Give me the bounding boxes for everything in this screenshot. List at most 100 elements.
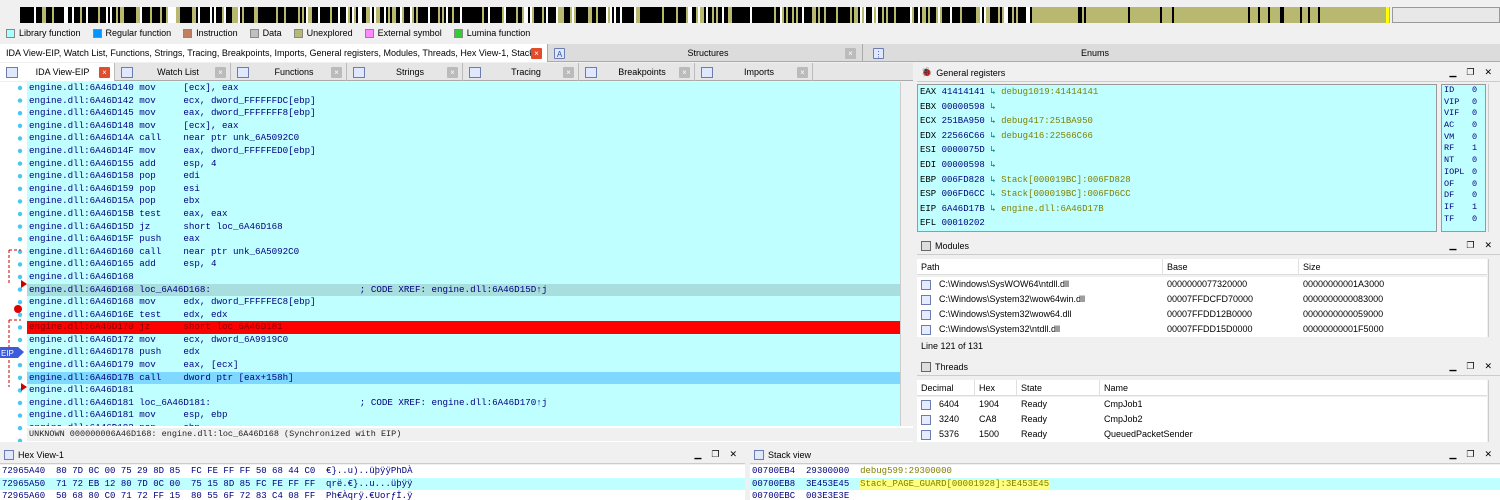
navigation-segment[interactable] <box>524 7 526 23</box>
navigation-segment[interactable] <box>912 7 914 23</box>
navigation-segment[interactable] <box>140 7 142 23</box>
navigation-segment[interactable] <box>1240 7 1242 23</box>
navigation-segment[interactable] <box>604 7 606 23</box>
navigation-segment[interactable] <box>446 7 448 23</box>
navigation-segment[interactable] <box>24 7 26 23</box>
disassembly-line[interactable]: engine.dll:6A46D15A pop ebx <box>27 195 900 208</box>
minimize-icon[interactable]: ▁ <box>1449 240 1456 251</box>
navigation-segment[interactable] <box>30 7 32 23</box>
navigation-segment[interactable] <box>1160 7 1162 23</box>
navigation-segment[interactable] <box>256 7 258 23</box>
navigation-segment[interactable] <box>126 7 128 23</box>
navigation-segment[interactable] <box>496 7 498 23</box>
flag-value[interactable]: 0 <box>1472 179 1477 191</box>
navigation-segment[interactable] <box>1018 7 1020 23</box>
navigation-segment[interactable] <box>222 7 224 23</box>
restore-icon[interactable]: ❐ <box>711 449 719 460</box>
navigation-segment[interactable] <box>130 7 132 23</box>
navigation-segment[interactable] <box>1022 7 1024 23</box>
navigation-segment[interactable] <box>744 7 746 23</box>
navigation-segment[interactable] <box>802 7 804 23</box>
register-row[interactable]: EBX 00000598 ↳ <box>918 100 1436 115</box>
disassembly-line[interactable]: engine.dll:6A46D15F push eax <box>27 233 900 246</box>
navigation-segment[interactable] <box>194 7 196 23</box>
navigation-segment[interactable] <box>1048 7 1050 23</box>
navigation-segment[interactable] <box>698 7 700 23</box>
jump-arrow-icon[interactable]: ↳ <box>990 189 995 199</box>
navigation-segment[interactable] <box>1070 7 1072 23</box>
navigation-segment[interactable] <box>250 7 252 23</box>
navigation-segment[interactable] <box>20 7 22 23</box>
flag-row[interactable]: NT 0 <box>1442 155 1485 167</box>
navigation-segment[interactable] <box>546 7 548 23</box>
navigation-segment[interactable] <box>732 7 734 23</box>
navigation-segment[interactable] <box>1016 7 1018 23</box>
navigation-segment[interactable] <box>1258 7 1260 23</box>
navigation-segment[interactable] <box>1372 7 1374 23</box>
navigation-segment[interactable] <box>700 7 702 23</box>
navigation-segment[interactable] <box>298 7 300 23</box>
navigation-segment[interactable] <box>554 7 556 23</box>
navigation-segment[interactable] <box>818 7 820 23</box>
navigation-segment[interactable] <box>158 7 160 23</box>
disassembly-listing[interactable]: engine.dll:6A46D140 mov [ecx], eax engine… <box>27 82 900 426</box>
navigation-segment[interactable] <box>978 7 980 23</box>
navigation-segment[interactable] <box>1194 7 1196 23</box>
navigation-segment[interactable] <box>1280 7 1282 23</box>
navigation-segment[interactable] <box>666 7 668 23</box>
navigation-segment[interactable] <box>874 7 876 23</box>
navigation-segment[interactable] <box>1132 7 1134 23</box>
navigation-segment[interactable] <box>1000 7 1002 23</box>
flag-row[interactable]: VM 0 <box>1442 132 1485 144</box>
navigation-segment[interactable] <box>176 7 178 23</box>
navigation-segment[interactable] <box>318 7 320 23</box>
navigation-segment[interactable] <box>276 7 278 23</box>
navigation-segment[interactable] <box>846 7 848 23</box>
navigation-segment[interactable] <box>794 7 796 23</box>
navigation-segment[interactable] <box>1040 7 1042 23</box>
navigation-segment[interactable] <box>1080 7 1082 23</box>
navigation-segment[interactable] <box>508 7 510 23</box>
navigation-segment[interactable] <box>776 7 778 23</box>
navigation-segment[interactable] <box>856 7 858 23</box>
navigation-segment[interactable] <box>138 7 140 23</box>
tab-strings[interactable]: Strings × <box>347 63 463 81</box>
navigation-segment[interactable] <box>778 7 780 23</box>
navigation-segment[interactable] <box>532 7 534 23</box>
navigation-segment[interactable] <box>164 7 166 23</box>
navigation-segment[interactable] <box>132 7 134 23</box>
navigation-segment[interactable] <box>1182 7 1184 23</box>
navigation-segment[interactable] <box>762 7 764 23</box>
navigation-segment[interactable] <box>988 7 990 23</box>
navigation-segment[interactable] <box>630 7 632 23</box>
column-header-name[interactable]: Name <box>1100 380 1487 396</box>
navigation-segment[interactable] <box>720 7 722 23</box>
navigation-segment[interactable] <box>366 7 368 23</box>
navigation-segment[interactable] <box>612 7 614 23</box>
navigation-segment[interactable] <box>448 7 450 23</box>
navigation-segment[interactable] <box>820 7 822 23</box>
navigation-segment[interactable] <box>284 7 286 23</box>
navigation-segment[interactable] <box>814 7 816 23</box>
navigation-segment[interactable] <box>282 7 284 23</box>
navigation-segment[interactable] <box>1300 7 1302 23</box>
navigation-segment[interactable] <box>538 7 540 23</box>
navigation-segment[interactable] <box>1068 7 1070 23</box>
close-icon[interactable]: ✕ <box>1484 449 1492 460</box>
navigation-segment[interactable] <box>266 7 268 23</box>
navigation-segment[interactable] <box>530 7 532 23</box>
navigation-segment[interactable] <box>1294 7 1296 23</box>
navigation-segment[interactable] <box>148 7 150 23</box>
registers-list[interactable]: EAX 41414141 ↳ debug1019:41414141 EBX 000… <box>917 84 1437 232</box>
navigation-segment[interactable] <box>68 7 70 23</box>
navigation-segment[interactable] <box>74 7 76 23</box>
navigation-segment[interactable] <box>52 7 54 23</box>
navigation-segment[interactable] <box>996 7 998 23</box>
navigation-segment[interactable] <box>376 7 378 23</box>
column-header-size[interactable]: Size <box>1299 259 1487 275</box>
navigation-segment[interactable] <box>1274 7 1276 23</box>
disassembly-line[interactable]: engine.dll:6A46D148 mov [ecx], eax <box>27 120 900 133</box>
line-dot[interactable] <box>17 400 23 406</box>
navigation-segment[interactable] <box>1104 7 1106 23</box>
navigation-segment[interactable] <box>310 7 312 23</box>
